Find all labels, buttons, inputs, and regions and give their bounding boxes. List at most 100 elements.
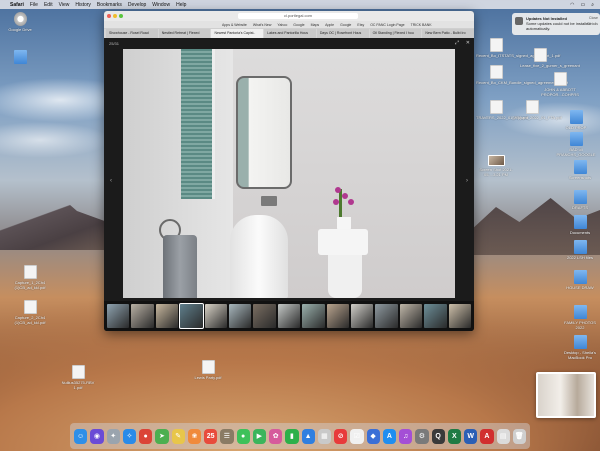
desktop-item[interactable]: TRAVERS_2022_01_FTA.pdf bbox=[476, 100, 529, 120]
photo-thumbnail[interactable] bbox=[131, 304, 154, 328]
podcasts-icon[interactable]: ♫ bbox=[399, 428, 413, 444]
maps-icon[interactable]: ➤ bbox=[155, 428, 169, 444]
siri-icon[interactable]: ◉ bbox=[90, 428, 104, 444]
bookmark-item[interactable]: OC PANC Login Page bbox=[370, 23, 404, 27]
previous-photo-icon[interactable]: ‹ bbox=[110, 178, 112, 184]
next-photo-icon[interactable]: › bbox=[466, 178, 468, 184]
systemprefs-icon[interactable]: ⚙ bbox=[415, 428, 429, 444]
browser-tab[interactable]: Oil Standing | Flexed I hou bbox=[369, 29, 422, 38]
photo-thumbnail[interactable] bbox=[229, 304, 252, 328]
menu-help[interactable]: Help bbox=[176, 2, 186, 8]
keynote-icon[interactable]: ▲ bbox=[301, 428, 315, 444]
finder-icon[interactable]: ☺ bbox=[74, 428, 88, 444]
desktop-item[interactable]: Screenshots bbox=[560, 160, 600, 180]
photo-thumbnail[interactable] bbox=[302, 304, 325, 328]
desktop-item[interactable]: FAMILY PHOTOS 2022 bbox=[560, 305, 600, 330]
downloads-icon[interactable]: ▤ bbox=[496, 428, 510, 444]
desktop-item[interactable]: Recent_Bo_CKM_Bundle_signed_agreement_2.… bbox=[476, 65, 568, 85]
contacts-icon[interactable]: ☰ bbox=[220, 428, 234, 444]
desktop-item[interactable]: JOHN & ABBOTT PROPOR...COHPRS bbox=[540, 72, 580, 97]
browser-tab[interactable]: Newest Pantoria's Capist.. bbox=[211, 29, 264, 38]
photo-thumbnail[interactable] bbox=[204, 304, 228, 328]
desktop-item[interactable]: 2022 LSH files bbox=[560, 240, 600, 260]
photo-thumbnail[interactable] bbox=[351, 304, 374, 328]
battery-icon[interactable]: ▭ bbox=[580, 2, 585, 8]
notification-details-button[interactable]: Details bbox=[587, 21, 598, 27]
browser-tab[interactable]: Days OC | Rosefront Hous bbox=[316, 29, 369, 38]
menu-history[interactable]: History bbox=[75, 2, 91, 8]
desktop-item[interactable]: OLD PROP bbox=[556, 110, 596, 130]
photo-thumbnail[interactable] bbox=[179, 303, 204, 329]
bookmark-item[interactable]: Yahoo bbox=[277, 23, 287, 27]
menu-view[interactable]: View bbox=[59, 2, 70, 8]
bookmark-item[interactable]: Apple bbox=[325, 23, 334, 27]
trash-icon[interactable]: 🗑 bbox=[512, 428, 526, 444]
browser-tab[interactable]: New Bern Patio - Bulbi Iro bbox=[422, 29, 474, 38]
desktop-item[interactable]: Desktop - Sheila's MacBook Pro bbox=[560, 335, 600, 360]
desktop-item[interactable]: Lewis Party.pdf bbox=[188, 360, 228, 380]
menu-window[interactable]: Window bbox=[152, 2, 170, 8]
desktop-item[interactable]: DRAFTS bbox=[560, 190, 600, 210]
bookmark-item[interactable]: Maps bbox=[311, 23, 320, 27]
photo-thumbnail[interactable] bbox=[326, 304, 350, 328]
keynote2-icon[interactable]: ◆ bbox=[366, 428, 380, 444]
minimize-window-button[interactable] bbox=[113, 14, 117, 18]
photo-thumbnail[interactable] bbox=[277, 304, 301, 328]
menu-edit[interactable]: Edit bbox=[44, 2, 53, 8]
desktop-item[interactable]: Shipyard_2022_01_FTA.pdf bbox=[512, 100, 562, 120]
photos-icon[interactable]: ❀ bbox=[187, 428, 201, 444]
desktop-item[interactable]: Capture_1_2Ch4 (1)CB_ad_kkl.pdf bbox=[10, 265, 50, 290]
close-window-button[interactable] bbox=[107, 14, 111, 18]
desktop-item[interactable]: Capture_2_2Ch4 (1)CB_ad_kkl.pdf bbox=[10, 300, 50, 325]
photo-thumbnail[interactable] bbox=[424, 304, 447, 328]
news-icon[interactable]: ⊘ bbox=[334, 428, 348, 444]
photos2-icon[interactable]: ✿ bbox=[269, 428, 283, 444]
photo-thumbnail[interactable] bbox=[399, 304, 423, 328]
photo-thumbnail[interactable] bbox=[107, 304, 130, 328]
desktop-item[interactable]: Nullius35275-RBV 1.pdf bbox=[58, 365, 98, 390]
close-viewer-icon[interactable]: ✕ bbox=[466, 40, 470, 46]
browser-tab[interactable]: Nestled Retreat | Flexed bbox=[158, 29, 211, 38]
fullscreen-icon[interactable]: ⤢ bbox=[455, 40, 459, 46]
zoom-window-button[interactable] bbox=[119, 14, 123, 18]
safari-icon[interactable]: ✧ bbox=[122, 428, 136, 444]
reminders-icon[interactable]: ☑ bbox=[350, 428, 364, 444]
desktop-item[interactable] bbox=[0, 50, 40, 65]
quicktime-icon[interactable]: Q bbox=[431, 428, 445, 444]
search-icon[interactable]: ⌕ bbox=[591, 2, 594, 8]
wifi-icon[interactable]: ◠ bbox=[570, 2, 574, 8]
desktop-item[interactable]: Screen Shot 2021-05-...3:21 PM bbox=[476, 155, 516, 177]
desktop-item[interactable]: BAD ull PRANCHS_GOOGLE bbox=[556, 132, 596, 157]
menu-file[interactable]: File bbox=[30, 2, 38, 8]
photo-thumbnail[interactable] bbox=[155, 304, 179, 328]
desktop-item[interactable]: Lease_fixe_2_gurner_s_greenant bbox=[520, 48, 580, 68]
photo-thumbnail[interactable] bbox=[375, 304, 398, 328]
excel-icon[interactable]: X bbox=[447, 428, 461, 444]
photo-thumbnail[interactable] bbox=[448, 304, 472, 328]
word-icon[interactable]: W bbox=[464, 428, 478, 444]
numbers-icon[interactable]: ▮ bbox=[285, 428, 299, 444]
notes-icon[interactable]: ✎ bbox=[171, 428, 185, 444]
update-notification[interactable]: Updates Not Installed Some updates could… bbox=[512, 13, 600, 35]
bookmark-item[interactable]: Apps & Website bbox=[222, 23, 247, 27]
screenshot-preview-thumbnail[interactable] bbox=[536, 372, 596, 418]
bookmark-item[interactable]: Google bbox=[340, 23, 351, 27]
bookmark-item[interactable]: What's New bbox=[253, 23, 272, 27]
facetime-icon[interactable]: ▶ bbox=[252, 428, 266, 444]
address-bar[interactable]: cl.portlegal.com bbox=[238, 13, 358, 19]
browser-tab[interactable]: Lakes and Pantorilla Hous bbox=[264, 29, 316, 38]
desktop-item[interactable]: Google Drive bbox=[0, 12, 40, 32]
menu-develop[interactable]: Develop bbox=[128, 2, 146, 8]
bookmark-item[interactable]: TRICK BANK bbox=[411, 23, 432, 27]
desktop-item[interactable]: HOUSE DRAW bbox=[560, 270, 600, 290]
menu-bookmarks[interactable]: Bookmarks bbox=[97, 2, 122, 8]
acrobat-icon[interactable]: A bbox=[480, 428, 494, 444]
menu-app-name[interactable]: Safari bbox=[10, 2, 24, 8]
bookmark-item[interactable]: Google bbox=[293, 23, 304, 27]
appstore-icon[interactable]: A bbox=[382, 428, 396, 444]
preview-icon[interactable]: ▦ bbox=[317, 428, 331, 444]
messages-icon[interactable]: ● bbox=[236, 428, 250, 444]
chrome-icon[interactable]: ● bbox=[139, 428, 153, 444]
desktop-item[interactable]: Documents bbox=[560, 215, 600, 235]
launchpad-icon[interactable]: ✦ bbox=[106, 428, 120, 444]
